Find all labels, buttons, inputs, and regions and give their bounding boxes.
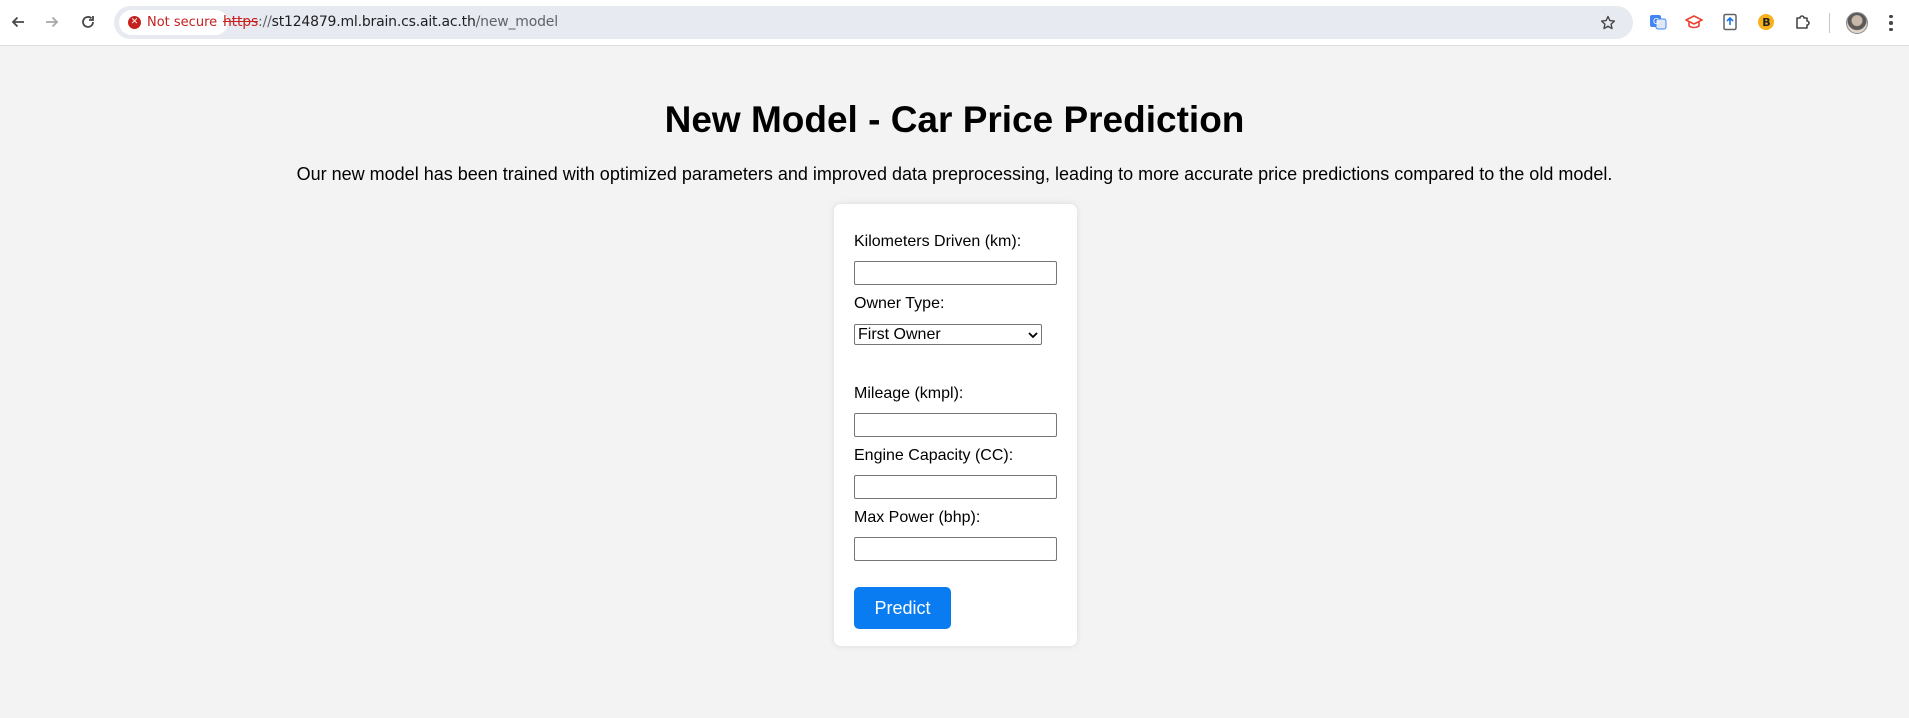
prediction-form: Kilometers Driven (km): Owner Type: Firs…: [834, 204, 1077, 646]
google-translate-icon[interactable]: G: [1647, 11, 1669, 33]
page-title: New Model - Car Price Prediction: [664, 99, 1245, 140]
reload-icon: [82, 16, 94, 28]
engine-label: Engine Capacity (CC):: [854, 447, 1014, 464]
browser-toolbar: ✕ Not secure https://st124879.ml.brain.c…: [0, 0, 1909, 46]
security-label: Not secure: [147, 15, 218, 30]
km-input[interactable]: [854, 261, 1057, 285]
chevron-down-icon: [1028, 331, 1038, 339]
url-scheme: https: [223, 14, 259, 30]
bookmark-button[interactable]: [1597, 12, 1619, 34]
svg-text:B: B: [1762, 16, 1770, 29]
mileage-label: Mileage (kmpl):: [854, 385, 964, 402]
back-arrow-icon: [11, 16, 24, 28]
power-input[interactable]: [854, 537, 1057, 561]
kebab-menu-icon[interactable]: [1884, 12, 1898, 34]
toolbar-divider: [1829, 13, 1830, 33]
star-icon: [1600, 15, 1616, 30]
url-text[interactable]: https://st124879.ml.brain.cs.ait.ac.th/n…: [223, 14, 558, 30]
svg-text:G: G: [1653, 17, 1659, 26]
upload-doc-icon[interactable]: [1719, 11, 1741, 33]
forward-arrow-icon: [46, 16, 59, 28]
back-button[interactable]: [6, 10, 30, 34]
predict-button[interactable]: Predict: [854, 587, 951, 629]
owner-select[interactable]: First Owner: [854, 324, 1042, 345]
owner-selected-value: First Owner: [858, 325, 941, 343]
km-label: Kilometers Driven (km):: [854, 233, 1022, 250]
page-content: New Model - Car Price Prediction Our new…: [0, 47, 1909, 718]
address-bar[interactable]: ✕ Not secure https://st124879.ml.brain.c…: [114, 6, 1633, 39]
reload-button[interactable]: [76, 10, 100, 34]
url-host: st124879.ml.brain.cs.ait.ac.th: [271, 14, 476, 30]
forward-button[interactable]: [40, 10, 64, 34]
power-label: Max Power (bhp):: [854, 509, 981, 526]
url-path: /new_model: [475, 14, 558, 30]
engine-input[interactable]: [854, 475, 1057, 499]
profile-avatar[interactable]: [1846, 12, 1868, 34]
mileage-input[interactable]: [854, 413, 1057, 437]
graduation-cap-icon[interactable]: [1683, 11, 1705, 33]
not-secure-icon: ✕: [128, 16, 141, 29]
extensions-puzzle-icon[interactable]: [1792, 11, 1814, 33]
page-description: Our new model has been trained with opti…: [296, 164, 1613, 184]
owner-label: Owner Type:: [854, 295, 945, 312]
b-badge-icon[interactable]: B: [1755, 11, 1777, 33]
url-separator: ://: [258, 14, 272, 30]
security-chip[interactable]: ✕ Not secure: [119, 10, 229, 35]
